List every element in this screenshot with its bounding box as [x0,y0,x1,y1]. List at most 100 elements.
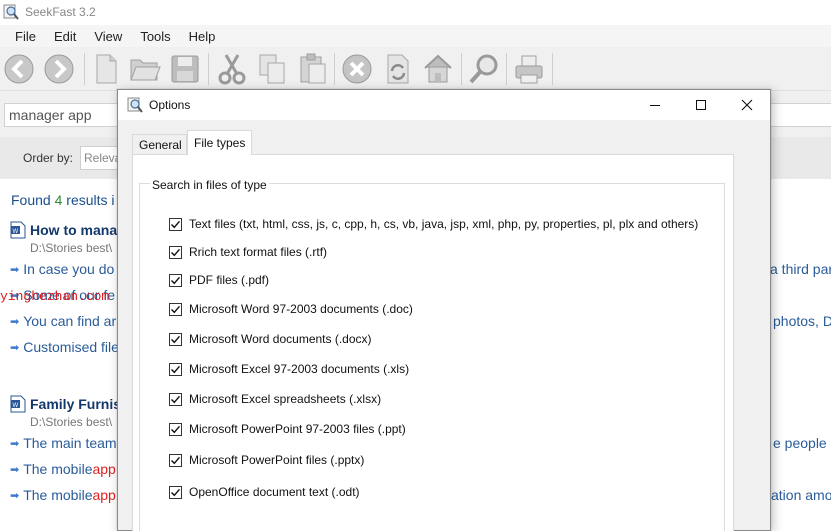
results-summary: Found 4 results i [11,192,115,208]
filetype-checkbox-odt[interactable]: OpenOffice document text (.odt) [169,485,360,499]
paste-icon[interactable] [295,51,331,87]
maximize-icon [696,100,706,110]
dialog-title: Options [149,98,191,112]
filetype-checkbox-xls[interactable]: Microsoft Excel 97-2003 documents (.xls) [169,362,409,376]
maximize-button[interactable] [678,90,724,120]
refresh-icon[interactable] [380,51,416,87]
filetype-checkbox-docx[interactable]: Microsoft Word documents (.docx) [169,332,372,346]
checkbox[interactable] [169,273,182,287]
new-file-icon[interactable] [88,51,124,87]
cut-icon[interactable] [214,51,250,87]
result-title[interactable]: How to mana [30,222,117,238]
result-snippet[interactable]: ➡ Customised file [10,339,119,355]
result-snippet[interactable]: ➡ The main team [10,435,117,451]
checkmark-icon [171,335,181,343]
menu-edit[interactable]: Edit [45,29,85,44]
checkmark-icon [171,365,181,373]
result-title-row[interactable]: W How to mana [10,221,117,239]
filetype-checkbox-rtf[interactable]: Rrich text format files (.rtf) [169,245,327,259]
snippet-arrow-icon: ➡ [10,463,20,476]
filetype-checkbox-xlsx[interactable]: Microsoft Excel spreadsheets (.xlsx) [169,392,381,406]
search-icon[interactable] [466,51,502,87]
result-title-row[interactable]: W Family Furnis [10,395,121,413]
menu-help[interactable]: Help [180,29,225,44]
checkbox[interactable] [169,422,182,436]
close-icon [741,99,753,111]
filetype-checkbox-text[interactable]: Text files (txt, html, css, js, c, cpp, … [169,217,698,231]
print-icon[interactable] [511,51,547,87]
order-by-label: Order by: [23,151,74,165]
file-types-panel: Search in files of type Text files (txt,… [132,154,734,531]
checkbox-label: OpenOffice document text (.odt) [189,485,360,499]
menu-tools[interactable]: Tools [131,29,179,44]
copy-icon[interactable] [254,51,290,87]
menu-file[interactable]: File [6,29,45,44]
watermark-text: yinghezhan.com [0,289,110,304]
checkbox[interactable] [169,245,182,259]
checkmark-icon [171,425,181,433]
checkbox[interactable] [169,362,182,376]
snippet-right-text: photos, D [773,313,831,329]
filetype-checkbox-ppt[interactable]: Microsoft PowerPoint 97-2003 files (.ppt… [169,422,406,436]
checkbox-label: Microsoft Excel spreadsheets (.xlsx) [189,392,382,406]
snippet-right-text: ation amo [771,487,831,503]
result-path: D:\Stories best\ [30,415,113,429]
toolbar-separator [84,53,85,85]
result-snippet[interactable]: ➡ The mobile app [10,461,116,477]
snippet-text: You can find ar [23,313,117,329]
stop-icon[interactable] [339,51,375,87]
open-folder-icon[interactable] [127,51,163,87]
dialog-titlebar[interactable]: Options [118,90,770,120]
checkbox-label: Text files (txt, html, css, js, c, cpp, … [189,217,699,231]
tab-general[interactable]: General [132,134,187,154]
result-title[interactable]: Family Furnis [30,396,121,412]
checkbox-label: Microsoft Excel 97-2003 documents (.xls) [189,362,410,376]
checkbox-label: Microsoft PowerPoint 97-2003 files (.ppt… [189,422,406,436]
found-prefix: Found [11,192,55,208]
toolbar [0,47,831,91]
snippet-arrow-icon: ➡ [10,341,20,354]
toolbar-separator [208,53,209,85]
checkbox[interactable] [169,217,182,231]
menubar: File Edit View Tools Help [0,25,831,47]
checkbox-label: Rrich text format files (.rtf) [189,245,328,259]
search-input-edge [770,103,831,127]
result-snippet[interactable]: ➡ You can find ar [10,313,116,329]
checkmark-icon [171,276,181,284]
forward-icon[interactable] [41,51,77,87]
toolbar-separator [461,53,462,85]
search-input[interactable] [4,103,120,127]
minimize-icon [650,105,660,106]
filetype-checkbox-doc[interactable]: Microsoft Word 97-2003 documents (.doc) [169,302,413,316]
checkmark-icon [171,305,181,313]
checkbox-label: PDF files (.pdf) [189,273,270,287]
checkbox-label: Microsoft Word documents (.docx) [189,332,372,346]
snippet-text: In case you do [23,261,115,277]
snippet-highlight: app [92,487,116,503]
filetype-checkbox-pptx[interactable]: Microsoft PowerPoint files (.pptx) [169,453,364,467]
checkmark-icon [171,395,181,403]
save-icon[interactable] [167,51,203,87]
checkbox[interactable] [169,332,182,346]
filetype-checkbox-pdf[interactable]: PDF files (.pdf) [169,273,269,287]
minimize-button[interactable] [632,90,678,120]
app-magnifier-icon [127,97,143,113]
app-magnifier-icon [3,4,19,20]
tab-file-types[interactable]: File types [187,130,252,155]
svg-text:W: W [13,403,19,409]
close-button[interactable] [724,90,770,120]
checkbox-label: Microsoft Word 97-2003 documents (.doc) [189,302,413,316]
menu-view[interactable]: View [85,29,131,44]
result-snippet[interactable]: ➡ In case you do [10,261,114,277]
checkbox[interactable] [169,453,182,467]
home-icon[interactable] [420,51,456,87]
checkbox[interactable] [169,392,182,406]
checkbox[interactable] [169,485,182,499]
file-types-groupbox [139,183,725,531]
result-snippet[interactable]: ➡ The mobile app [10,487,116,503]
group-label: Search in files of type [150,178,269,192]
snippet-arrow-icon: ➡ [10,437,20,450]
checkbox[interactable] [169,302,182,316]
back-icon[interactable] [1,51,37,87]
order-by-select[interactable]: Releva [80,146,118,170]
